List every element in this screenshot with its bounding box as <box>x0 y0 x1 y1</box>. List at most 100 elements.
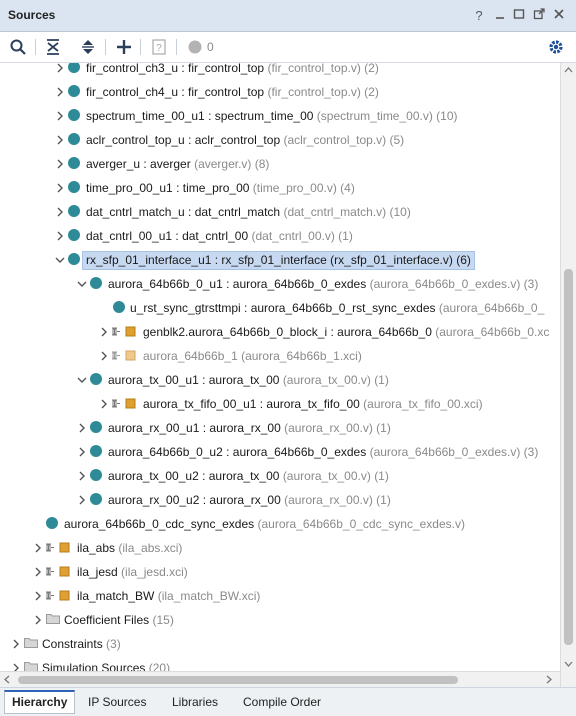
tree-row[interactable]: aurora_tx_00_u2 : aurora_tx_00 (aurora_t… <box>0 464 560 488</box>
module-icon <box>90 421 102 436</box>
tree-row[interactable]: ila_match_BW (ila_match_BW.xci) <box>0 584 560 608</box>
tree-row-label: rx_sfp_01_interface_u1 : rx_sfp_01_inter… <box>82 251 475 270</box>
chevron-right-icon[interactable] <box>32 613 44 627</box>
chevron-right-icon[interactable] <box>54 205 66 219</box>
module-icon <box>90 445 102 460</box>
module-icon <box>68 205 80 220</box>
sources-tree[interactable]: fir_control_ch3_u : fir_control_top (fir… <box>0 63 560 687</box>
status-dot-icon[interactable] <box>186 38 204 56</box>
tree-row[interactable]: Constraints (3) <box>0 632 560 656</box>
scroll-down-icon[interactable] <box>564 661 573 667</box>
scroll-up-icon[interactable] <box>564 67 573 73</box>
restore-icon[interactable] <box>511 8 527 24</box>
search-icon[interactable] <box>9 38 27 56</box>
tab-libraries[interactable]: Libraries <box>165 692 225 713</box>
module-icon <box>68 253 80 268</box>
module-icon <box>90 277 102 292</box>
chevron-down-icon[interactable] <box>54 253 66 267</box>
tree-row-label: aurora_rx_00_u2 : aurora_rx_00 (aurora_r… <box>108 493 391 507</box>
tree-row[interactable]: aurora_tx_00_u1 : aurora_tx_00 (aurora_t… <box>0 368 560 392</box>
tree-row-selected[interactable]: rx_sfp_01_interface_u1 : rx_sfp_01_inter… <box>0 248 560 272</box>
tree-row[interactable]: u_rst_sync_gtrsttmpi : aurora_64b66b_0_r… <box>0 296 560 320</box>
toolbar-separator <box>140 39 141 55</box>
tree-row[interactable]: fir_control_ch4_u : fir_control_top (fir… <box>0 80 560 104</box>
chevron-right-icon[interactable] <box>54 133 66 147</box>
chevron-right-icon[interactable] <box>54 85 66 99</box>
scroll-right-icon[interactable] <box>546 675 552 684</box>
tree-row[interactable]: dat_cntrl_00_u1 : dat_cntrl_00 (dat_cntr… <box>0 224 560 248</box>
chevron-right-icon[interactable] <box>54 181 66 195</box>
module-icon <box>68 63 80 76</box>
tree-row[interactable]: aclr_control_top_u : aclr_control_top (a… <box>0 128 560 152</box>
help-icon[interactable]: ? <box>471 8 487 24</box>
ip-core-icon <box>44 565 72 581</box>
collapse-all-icon[interactable] <box>44 38 62 56</box>
add-sources-icon[interactable] <box>115 38 133 56</box>
settings-icon[interactable] <box>547 38 565 56</box>
tree-row[interactable]: aurora_64b66b_1 (aurora_64b66b_1.xci) <box>0 344 560 368</box>
chevron-right-icon[interactable] <box>32 589 44 603</box>
expand-all-icon[interactable] <box>79 38 97 56</box>
module-icon <box>68 181 80 196</box>
tree-row[interactable]: averger_u : averger (averger.v) (8) <box>0 152 560 176</box>
close-icon[interactable] <box>551 8 567 24</box>
tab-ip-sources[interactable]: IP Sources <box>81 692 153 713</box>
chevron-right-icon[interactable] <box>10 637 22 651</box>
tree-row[interactable]: spectrum_time_00_u1 : spectrum_time_00 (… <box>0 104 560 128</box>
chevron-right-icon[interactable] <box>32 541 44 555</box>
tab-compile-order[interactable]: Compile Order <box>236 692 328 713</box>
ip-core-icon <box>110 349 138 365</box>
tree-row[interactable]: time_pro_00_u1 : time_pro_00 (time_pro_0… <box>0 176 560 200</box>
chevron-down-icon[interactable] <box>76 373 88 387</box>
float-icon[interactable] <box>531 8 547 24</box>
tree-row[interactable]: aurora_rx_00_u1 : aurora_rx_00 (aurora_r… <box>0 416 560 440</box>
chevron-right-icon[interactable] <box>32 565 44 579</box>
tree-row-label: ila_match_BW (ila_match_BW.xci) <box>77 589 261 603</box>
chevron-right-icon[interactable] <box>54 157 66 171</box>
tree-row[interactable]: aurora_64b66b_0_u1 : aurora_64b66b_0_exd… <box>0 272 560 296</box>
tree-row-label: aurora_rx_00_u1 : aurora_rx_00 (aurora_r… <box>108 421 391 435</box>
minimize-icon[interactable] <box>492 8 508 24</box>
tree-row-label: averger_u : averger (averger.v) (8) <box>86 157 270 171</box>
tree-row-label: Constraints (3) <box>42 637 121 651</box>
folder-icon <box>46 613 60 627</box>
sources-toolbar: ? 0 <box>0 32 576 63</box>
tree-row-label: time_pro_00_u1 : time_pro_00 (time_pro_0… <box>86 181 355 195</box>
chevron-right-icon[interactable] <box>76 493 88 507</box>
properties-icon[interactable]: ? <box>150 38 168 56</box>
chevron-down-icon[interactable] <box>76 277 88 291</box>
ip-core-icon <box>44 541 72 557</box>
horizontal-scrollbar[interactable] <box>0 671 560 687</box>
tree-row[interactable]: ila_jesd (ila_jesd.xci) <box>0 560 560 584</box>
chevron-right-icon[interactable] <box>98 325 110 339</box>
tree-row[interactable]: aurora_rx_00_u2 : aurora_rx_00 (aurora_r… <box>0 488 560 512</box>
tree-row[interactable]: aurora_64b66b_0_u2 : aurora_64b66b_0_exd… <box>0 440 560 464</box>
chevron-right-icon[interactable] <box>54 229 66 243</box>
chevron-right-icon[interactable] <box>98 349 110 363</box>
chevron-right-icon[interactable] <box>54 63 66 75</box>
chevron-right-icon[interactable] <box>98 397 110 411</box>
module-icon <box>90 373 102 388</box>
tree-row-label: ila_jesd (ila_jesd.xci) <box>77 565 188 579</box>
module-icon <box>68 85 80 100</box>
vertical-scrollbar[interactable] <box>560 63 576 687</box>
tree-row[interactable]: genblk2.aurora_64b66b_0_block_i : aurora… <box>0 320 560 344</box>
vertical-scroll-thumb[interactable] <box>564 269 573 645</box>
chevron-right-icon[interactable] <box>76 421 88 435</box>
tree-row[interactable]: aurora_tx_fifo_00_u1 : aurora_tx_fifo_00… <box>0 392 560 416</box>
tree-row[interactable]: fir_control_ch3_u : fir_control_top (fir… <box>0 63 560 80</box>
chevron-right-icon[interactable] <box>76 469 88 483</box>
toolbar-separator <box>35 39 36 55</box>
folder-icon <box>24 637 38 651</box>
horizontal-scroll-thumb[interactable] <box>18 676 458 684</box>
chevron-right-icon[interactable] <box>54 109 66 123</box>
scroll-left-icon[interactable] <box>4 675 10 684</box>
ip-core-icon <box>44 589 72 605</box>
module-icon <box>68 133 80 148</box>
tree-row[interactable]: aurora_64b66b_0_cdc_sync_exdes (aurora_6… <box>0 512 560 536</box>
tree-row[interactable]: Coefficient Files (15) <box>0 608 560 632</box>
tab-hierarchy[interactable]: Hierarchy <box>4 690 76 714</box>
tree-row[interactable]: ila_abs (ila_abs.xci) <box>0 536 560 560</box>
tree-row[interactable]: dat_cntrl_match_u : dat_cntrl_match (dat… <box>0 200 560 224</box>
chevron-right-icon[interactable] <box>76 445 88 459</box>
